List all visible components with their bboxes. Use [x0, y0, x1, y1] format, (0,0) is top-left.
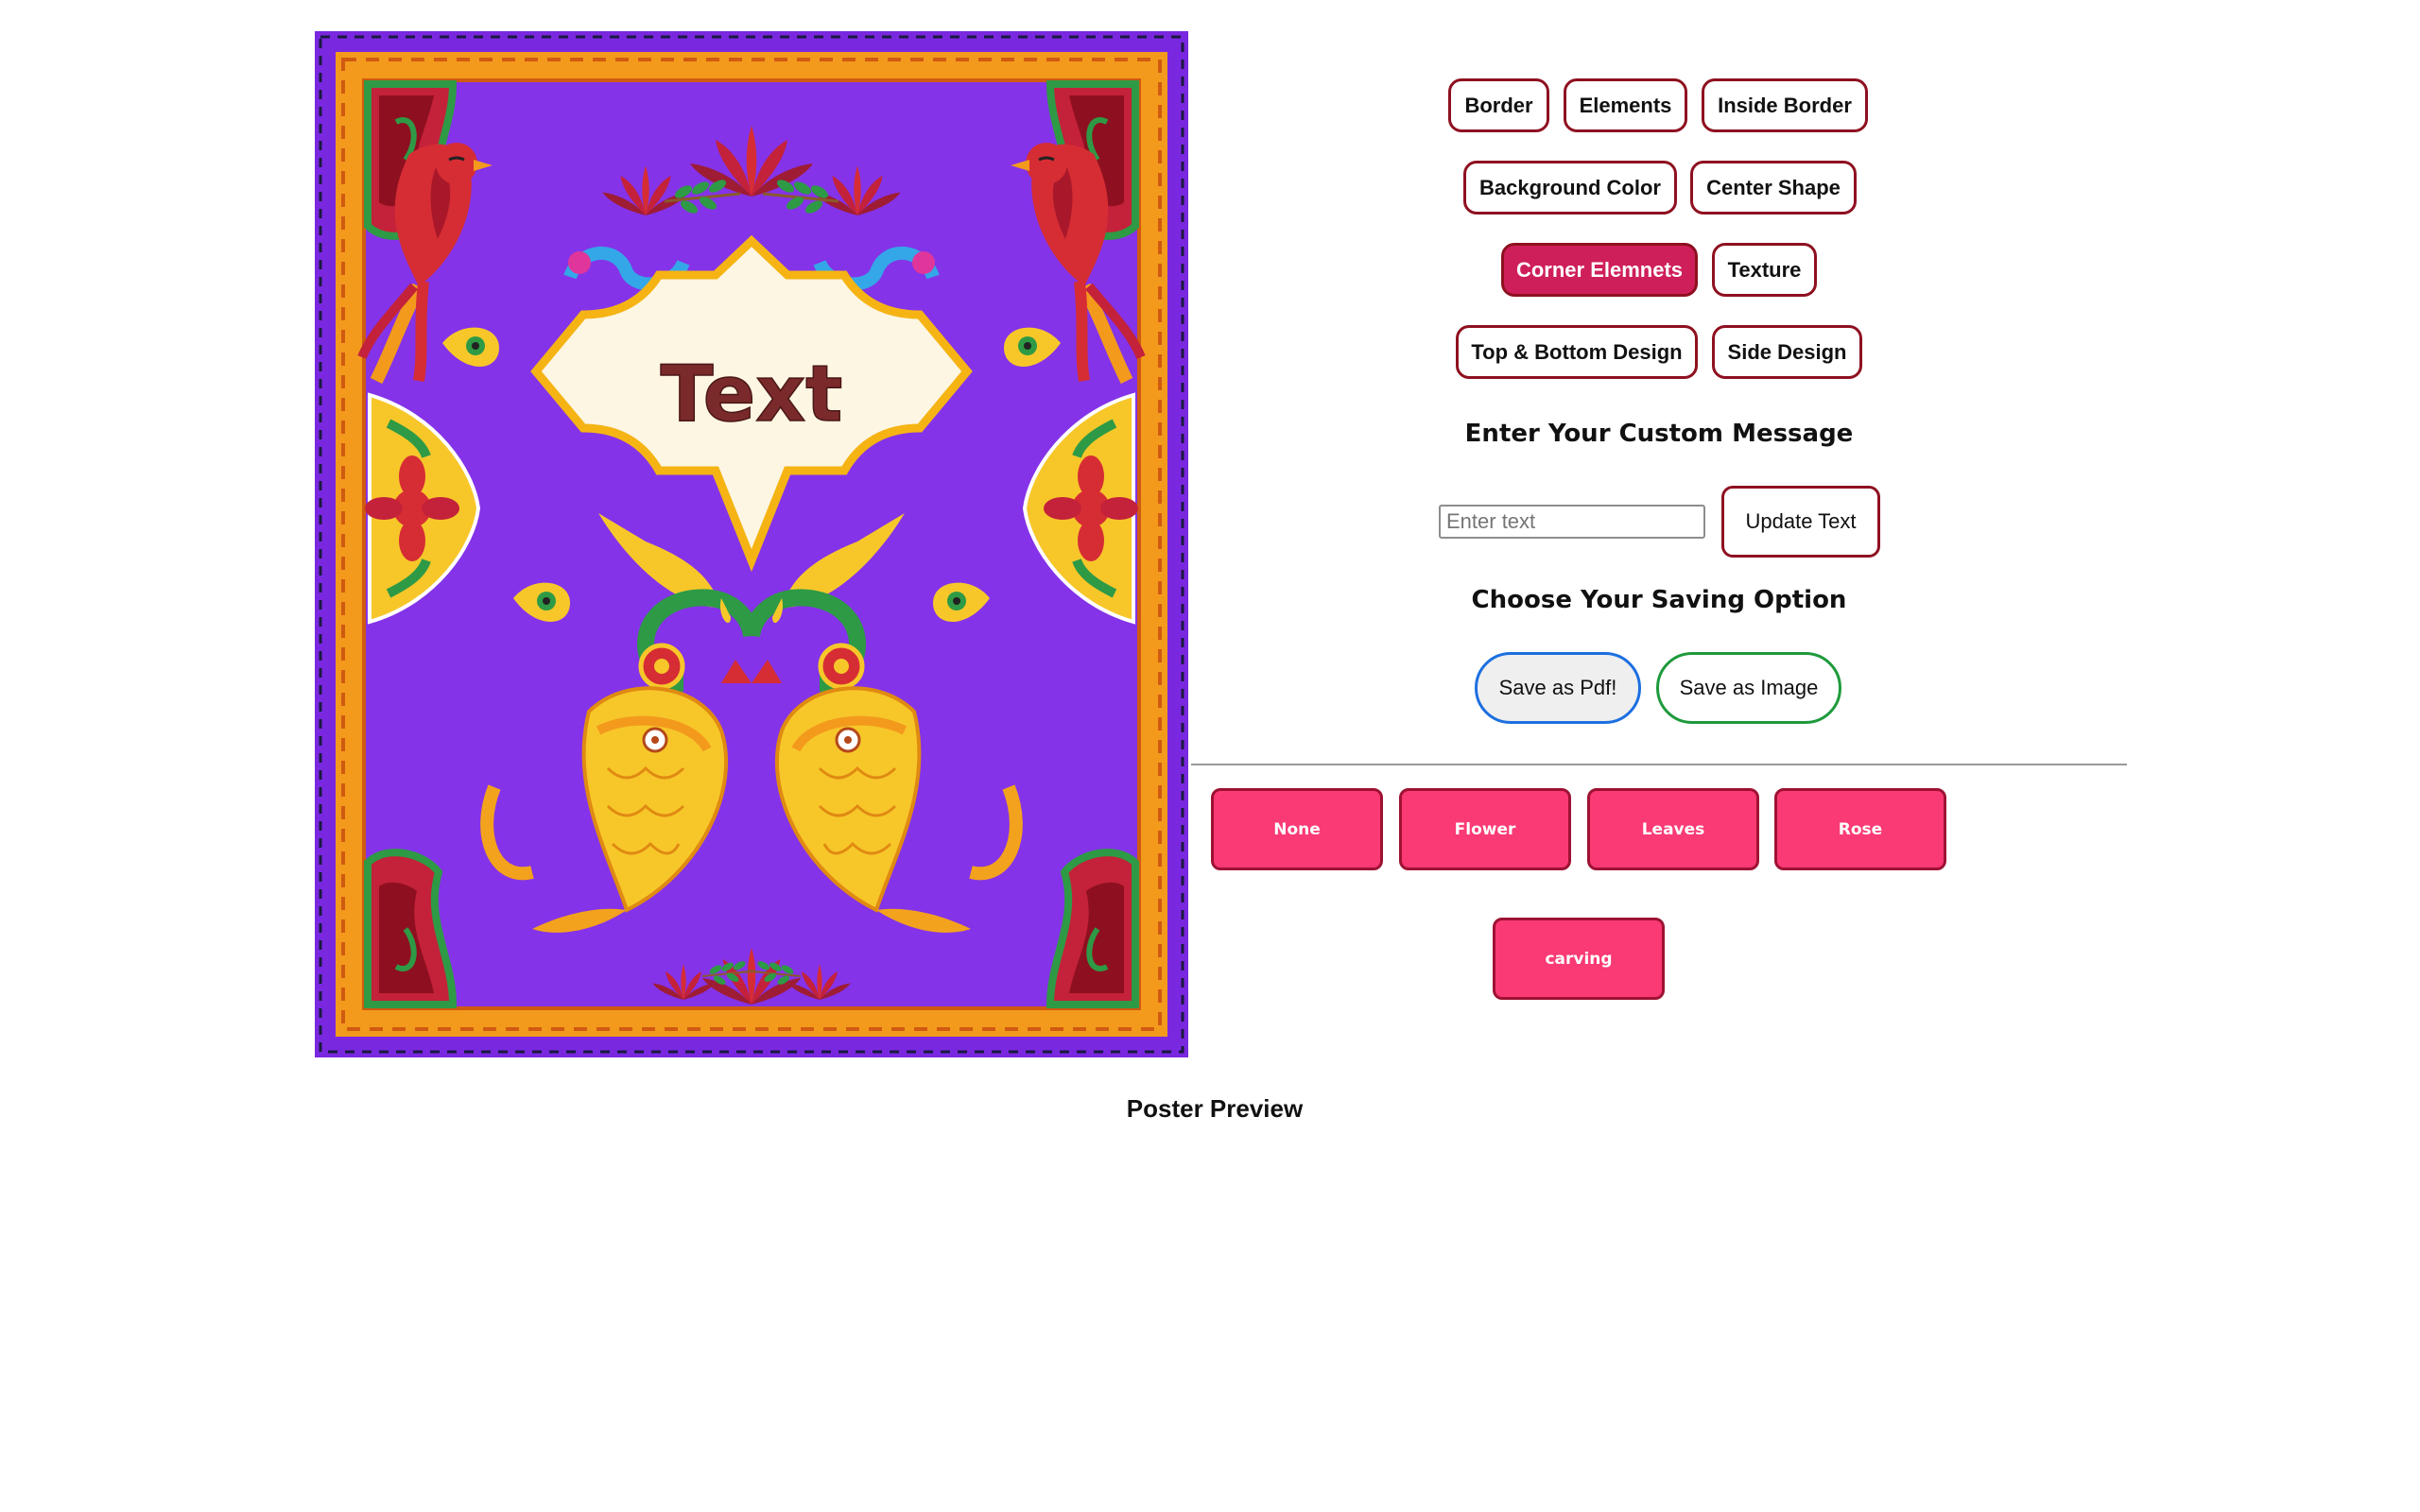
saving-option-heading: Choose Your Saving Option [1471, 586, 1847, 614]
divider [1191, 764, 2127, 765]
corner-elements-button[interactable]: Corner Elemnets [1501, 243, 1698, 297]
update-text-button[interactable]: Update Text [1721, 486, 1880, 558]
elements-button[interactable]: Elements [1564, 78, 1687, 132]
background-color-button[interactable]: Background Color [1463, 161, 1677, 215]
save-pdf-button[interactable]: Save as Pdf! [1475, 652, 1641, 724]
inside-border-button[interactable]: Inside Border [1702, 78, 1868, 132]
save-image-button[interactable]: Save as Image [1656, 652, 1841, 724]
center-shape-button[interactable]: Center Shape [1690, 161, 1857, 215]
poster-canvas: Text [315, 31, 1188, 1057]
corner-option-flower[interactable]: Flower [1399, 788, 1571, 870]
corner-option-leaves[interactable]: Leaves [1587, 788, 1759, 870]
side-design-button[interactable]: Side Design [1712, 325, 1862, 379]
custom-message-heading: Enter Your Custom Message [1464, 420, 1854, 448]
top-bottom-design-button[interactable]: Top & Bottom Design [1456, 325, 1698, 379]
corner-option-carving[interactable]: carving [1493, 918, 1665, 1000]
texture-button[interactable]: Texture [1712, 243, 1817, 297]
border-button[interactable]: Border [1448, 78, 1549, 132]
poster-preview-label: Poster Preview [1126, 1094, 1304, 1123]
corner-option-none[interactable]: None [1211, 788, 1383, 870]
message-text-input[interactable] [1439, 505, 1705, 539]
corner-option-rose[interactable]: Rose [1774, 788, 1946, 870]
poster-text: Text [661, 350, 843, 439]
